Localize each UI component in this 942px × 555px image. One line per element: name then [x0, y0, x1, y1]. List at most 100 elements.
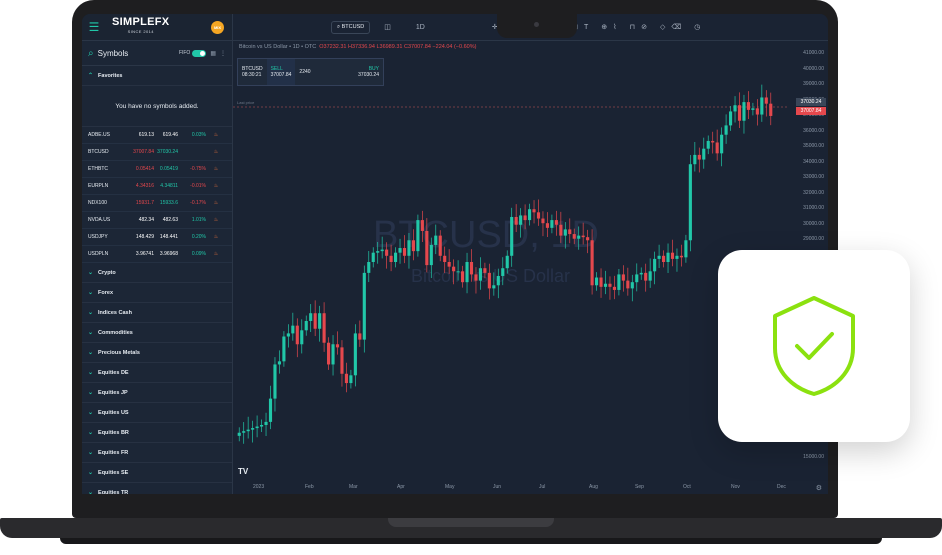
candle-body [581, 235, 585, 238]
candle-body [246, 429, 250, 432]
flame-icon[interactable]: ♨ [206, 217, 226, 223]
flame-icon[interactable]: ♨ [206, 200, 226, 206]
gear-icon[interactable]: ⚙ [816, 484, 822, 492]
brand-logo[interactable]: SIMPLEFX SINCE 2014 [112, 17, 169, 36]
avatar[interactable]: MIX [211, 20, 224, 34]
laptop-base-notch [388, 518, 554, 527]
category-label: Equities BR [98, 429, 129, 436]
flame-icon[interactable]: ♨ [206, 166, 226, 172]
candle-body [438, 235, 442, 256]
flame-icon[interactable]: ♨ [206, 132, 226, 138]
x-tick-label: Feb [305, 484, 314, 490]
candle-body [318, 313, 322, 329]
candle-body [536, 212, 541, 219]
candlestick-plot[interactable]: Last price [233, 40, 788, 480]
candle-body [277, 361, 281, 365]
row-change: 0.09% [191, 251, 206, 257]
trash-icon[interactable]: ⌫ [671, 23, 681, 31]
laptop-base-foot [60, 538, 882, 544]
candle-body [349, 375, 353, 384]
table-row[interactable]: NVDA.US 482.34 482.63 1.01% ♨ [82, 212, 232, 229]
y-tick-label: 34000.00 [803, 158, 824, 165]
table-row[interactable]: ADBE.US 619.13 619.46 0.03% ♨ [82, 127, 232, 144]
table-row[interactable]: USDJPY 148.429 148.441 0.20% ♨ [82, 229, 232, 246]
hide-icon[interactable]: ⊘ [641, 23, 647, 31]
chevron-down-icon: ⌄ [88, 290, 94, 296]
text-icon[interactable]: T [584, 24, 588, 31]
tradingview-logo[interactable]: TV [238, 467, 248, 476]
candle-body [563, 229, 567, 236]
candle-body [371, 252, 375, 262]
category-item[interactable]: ⌄ Equities SE [82, 463, 232, 483]
candle-body [666, 252, 670, 262]
symbol-selector[interactable]: ⌕ BTCUSD [331, 20, 371, 34]
candle-body [300, 330, 304, 345]
flame-icon[interactable]: ♨ [206, 183, 226, 189]
candle-body [617, 274, 621, 290]
row-symbol: BTCUSD [88, 149, 109, 155]
row-ask: 482.63 [162, 217, 178, 223]
flame-icon[interactable]: ♨ [206, 234, 226, 240]
candle-body [590, 240, 594, 286]
row-ask: 148.441 [159, 234, 178, 240]
candle-body [769, 103, 773, 116]
category-item[interactable]: ⌄ Equities US [82, 403, 232, 423]
time-axis[interactable]: 2023 Feb Mar Apr May Jun Jul Aug Sep Oct Nov Dec [233, 480, 788, 494]
layers-icon[interactable]: ◇ [660, 23, 665, 31]
section-favorites[interactable]: ⌃ Favorites [82, 66, 232, 86]
candle-body [434, 235, 438, 245]
symbol-list: ADBE.US 619.13 619.46 0.03% ♨ BTCUSD 37007.84 3… [82, 127, 232, 263]
category-item[interactable]: ⌄ Equities FR [82, 443, 232, 463]
chevron-up-icon: ⌃ [88, 73, 94, 79]
flame-icon[interactable]: ♨ [206, 149, 226, 155]
row-symbol: EURPLN [88, 183, 109, 189]
interval-button[interactable]: 1D [416, 24, 425, 31]
x-tick-label: May [445, 484, 455, 490]
candle-body [456, 271, 460, 273]
calculator-icon[interactable]: ▦ [210, 50, 216, 57]
more-options-icon[interactable]: ⋮ [220, 50, 226, 57]
clock-icon[interactable]: ◷ [694, 23, 700, 31]
table-row[interactable]: ETHBTC 0.05414 0.05419 -0.75% ♨ [82, 161, 232, 178]
candle-body [501, 268, 505, 276]
x-tick-label: Sep [635, 484, 644, 490]
ruler-icon[interactable]: ⌇ [613, 23, 616, 31]
category-item[interactable]: ⌄ Commodities [82, 323, 232, 343]
row-bid: 0.05414 [135, 166, 154, 172]
candle-body [251, 428, 255, 430]
fifo-toggle[interactable] [192, 49, 207, 57]
search-icon[interactable]: ⌕ [88, 48, 94, 59]
category-label: Indices Cash [98, 309, 132, 316]
category-item[interactable]: ⌄ Equities DE [82, 363, 232, 383]
chevron-down-icon: ⌄ [88, 450, 94, 456]
candle-body [344, 373, 348, 384]
lock-icon[interactable]: ⊓ [630, 23, 635, 31]
category-item[interactable]: ⌄ Equities JP [82, 383, 232, 403]
candle-body [295, 325, 299, 345]
candle-body [702, 148, 706, 160]
table-row[interactable]: USDPLN 3.96741 3.96968 0.09% ♨ [82, 246, 232, 263]
table-row[interactable]: NDX100 15931.7 15933.6 -0.17% ♨ [82, 195, 232, 212]
camera-icon[interactable]: ◫ [384, 23, 391, 31]
candle-body [496, 275, 500, 286]
row-bid: 3.96741 [135, 251, 154, 257]
flame-icon[interactable]: ♨ [206, 251, 226, 257]
category-item[interactable]: ⌄ Equities BR [82, 423, 232, 443]
category-item[interactable]: ⌄ Equities TR [82, 483, 232, 495]
category-item[interactable]: ⌄ Indices Cash [82, 303, 232, 323]
zoom-icon[interactable]: ⊕ [601, 23, 607, 31]
candle-body [742, 102, 746, 121]
table-row[interactable]: EURPLN 4.34316 4.34811 -0.01% ♨ [82, 178, 232, 195]
candle-body [461, 271, 465, 283]
y-tick-label: 30000.00 [803, 220, 824, 227]
category-item[interactable]: ⌄ Forex [82, 283, 232, 303]
x-tick-label: Jul [539, 484, 546, 490]
candle-body [452, 266, 456, 272]
hamburger-menu-icon[interactable]: ☰ [84, 20, 104, 34]
candle-body [327, 342, 331, 365]
candle-body [425, 230, 429, 266]
category-item[interactable]: ⌄ Precious Metals [82, 343, 232, 363]
table-row[interactable]: BTCUSD 37007.84 37030.24 ♨ [82, 144, 232, 161]
category-item[interactable]: ⌄ Crypto [82, 263, 232, 283]
candle-body [764, 97, 768, 104]
